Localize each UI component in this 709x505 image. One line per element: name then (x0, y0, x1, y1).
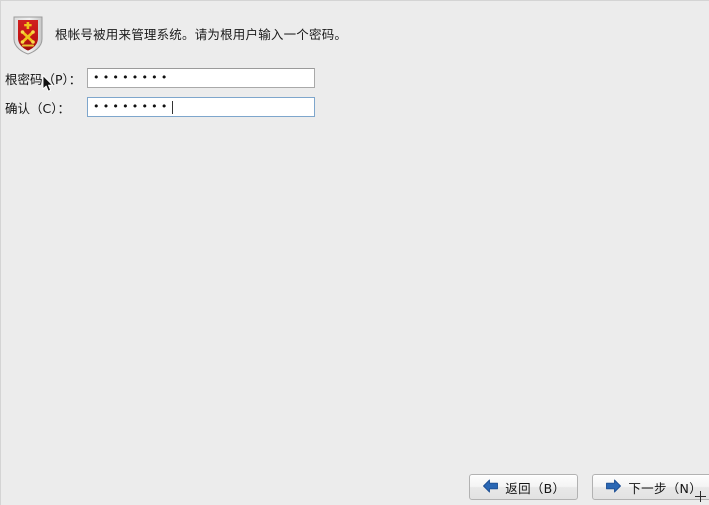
confirm-password-input[interactable]: •••••••• (87, 97, 315, 117)
instruction-text: 根帐号被用来管理系统。请为根用户输入一个密码。 (55, 27, 348, 42)
confirm-password-row: 确认（C）： •••••••• (1, 96, 315, 118)
red-shield-crest-icon (11, 15, 45, 55)
installer-root-password-page: 根帐号被用来管理系统。请为根用户输入一个密码。 根密码（P）： ••••••••… (0, 0, 709, 505)
root-password-value: •••••••• (93, 71, 171, 84)
back-button[interactable]: 返回（B） (469, 474, 579, 500)
root-password-row: 根密码（P）： •••••••• (1, 67, 315, 89)
navigation-button-bar: 返回（B） 下一步（N） (469, 474, 709, 500)
text-caret (171, 100, 173, 114)
arrow-right-icon (605, 479, 622, 496)
confirm-password-label: 确认（C）： (5, 100, 70, 116)
arrow-left-icon (482, 479, 499, 496)
back-button-label: 返回（B） (505, 480, 566, 496)
confirm-password-value: •••••••• (93, 100, 171, 113)
instruction-header: 根帐号被用来管理系统。请为根用户输入一个密码。 (9, 13, 699, 57)
root-password-input[interactable]: •••••••• (87, 68, 315, 88)
next-button-label: 下一步（N） (628, 480, 702, 496)
root-password-label: 根密码（P）： (5, 71, 82, 87)
next-button[interactable]: 下一步（N） (592, 474, 709, 500)
